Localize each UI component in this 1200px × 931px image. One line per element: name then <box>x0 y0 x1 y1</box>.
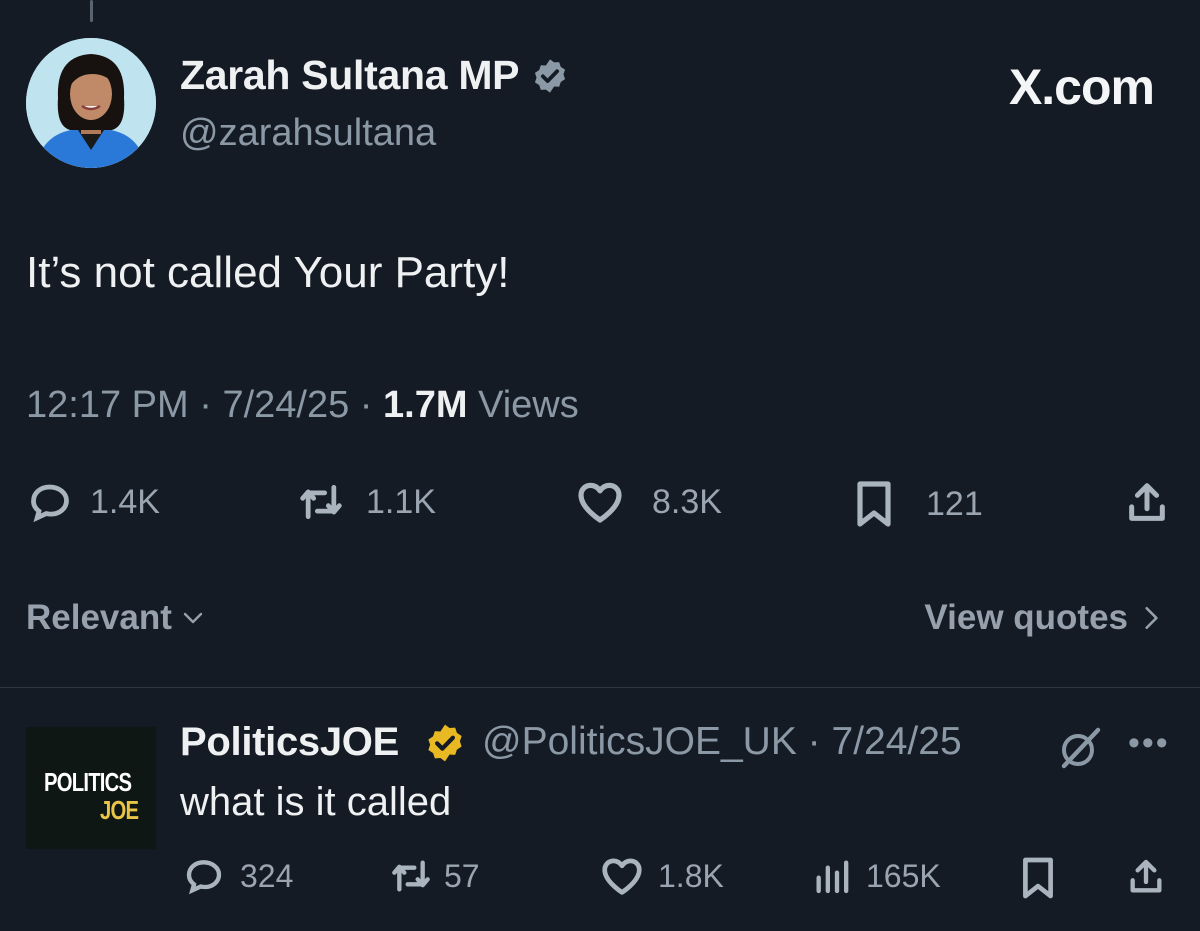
share-icon <box>1129 483 1165 521</box>
reply-text: what is it called <box>180 780 452 824</box>
chevron-right-icon <box>1145 606 1158 630</box>
sort-dropdown[interactable]: Relevant <box>26 598 208 638</box>
like-count: 8.3K <box>652 482 722 521</box>
more-options-icon[interactable]: ••• <box>1128 724 1170 763</box>
site-watermark: X.com <box>1008 59 1155 115</box>
reply-author-avatar[interactable]: POLITICS JOE <box>26 727 156 849</box>
verified-badge-icon <box>535 58 566 93</box>
repost-button[interactable]: 1.1K <box>296 480 436 524</box>
thread-connector-line <box>90 0 93 22</box>
avatar-image <box>26 38 156 168</box>
chevron-down-icon <box>183 612 203 624</box>
bookmark-icon <box>1023 857 1053 899</box>
meta-separator: · <box>199 384 223 426</box>
repost-icon <box>392 860 430 892</box>
bookmark-count: 121 <box>926 484 983 523</box>
view-quotes-link[interactable]: View quotes <box>924 598 1164 638</box>
reply-views-button[interactable]: 165K <box>810 856 941 896</box>
share-icon <box>1130 859 1162 893</box>
reply-share-button[interactable] <box>1126 856 1166 898</box>
reply-author-handle[interactable]: @PoliticsJOE_UK <box>482 720 797 763</box>
views-label: Views <box>478 384 579 426</box>
author-name[interactable]: Zarah Sultana MP <box>180 52 569 99</box>
bookmark-icon <box>857 481 891 527</box>
tweet-date[interactable]: 7/24/25 <box>222 384 349 426</box>
author-handle[interactable]: @zarahsultana <box>180 112 436 155</box>
repost-icon <box>300 484 342 520</box>
author-avatar[interactable] <box>26 38 156 168</box>
reply-button[interactable]: 1.4K <box>28 480 160 524</box>
reply-meta: @PoliticsJOE_UK · 7/24/25 <box>482 720 962 764</box>
reply-icon <box>186 860 222 895</box>
reply-repost-count: 57 <box>444 857 480 894</box>
grok-icon[interactable] <box>1056 724 1104 772</box>
reply-count: 1.4K <box>90 482 160 521</box>
bookmark-button[interactable]: 121 <box>852 480 983 528</box>
views-chart-icon <box>816 860 849 894</box>
logo-line-joe: JOE <box>100 795 139 825</box>
reply-icon <box>31 484 69 523</box>
logo-line-politics: POLITICS <box>44 767 132 797</box>
repost-count: 1.1K <box>366 482 436 521</box>
sort-label: Relevant <box>26 598 172 637</box>
view-quotes-label: View quotes <box>924 598 1128 637</box>
meta-separator: · <box>796 720 832 763</box>
reply-like-button[interactable]: 1.8K <box>600 856 724 896</box>
meta-separator: · <box>359 384 384 426</box>
tweet-meta: 12:17 PM · 7/24/25 · 1.7M Views <box>26 384 579 427</box>
reply-reply-count: 324 <box>240 857 294 894</box>
views-count: 1.7M <box>383 384 468 426</box>
section-divider <box>0 687 1200 688</box>
reply-bookmark-button[interactable] <box>1020 856 1056 900</box>
reply-like-count: 1.8K <box>658 857 724 894</box>
heart-icon <box>578 482 622 523</box>
tweet-time[interactable]: 12:17 PM <box>26 384 189 426</box>
tweet-text: It’s not called Your Party! <box>26 248 510 297</box>
share-button[interactable] <box>1124 480 1170 526</box>
reply-author-name[interactable]: PoliticsJOE <box>180 720 399 765</box>
gold-verified-badge-icon <box>428 724 462 762</box>
reply-views-count: 165K <box>866 857 941 894</box>
heart-icon <box>602 858 642 895</box>
reply-reply-button[interactable]: 324 <box>184 856 293 896</box>
author-name-text: Zarah Sultana MP <box>180 52 520 98</box>
like-button[interactable]: 8.3K <box>576 480 722 524</box>
reply-date[interactable]: 7/24/25 <box>832 720 962 763</box>
reply-repost-button[interactable]: 57 <box>388 856 480 896</box>
